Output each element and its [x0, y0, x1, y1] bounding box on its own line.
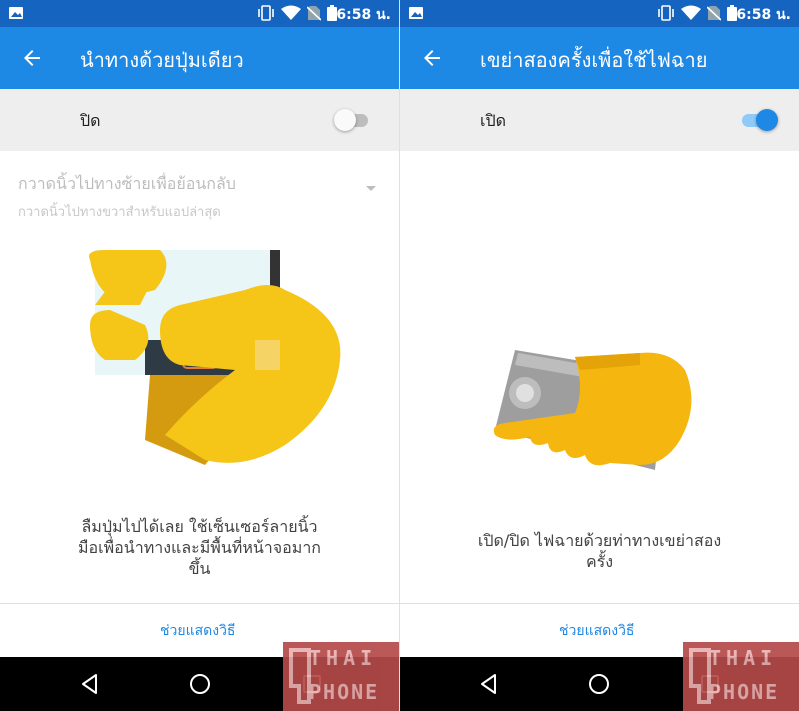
app-bar: นำทางด้วยปุ่มเดียว	[0, 27, 399, 89]
page-title: นำทางด้วยปุ่มเดียว	[80, 48, 244, 72]
back-arrow-icon[interactable]	[420, 46, 444, 70]
status-bar: 16:58 น.	[0, 0, 399, 27]
toggle-label: เปิด	[480, 111, 507, 130]
system-icons	[257, 4, 337, 22]
show-how-link[interactable]: ช่วยแสดงวิธี	[559, 620, 634, 642]
app-root: 16:58 น. นำทางด้วยปุ่มเดียว ปิด กวาดนิ้ว…	[0, 0, 799, 711]
status-bar: 16:58 น.	[400, 0, 799, 27]
back-icon[interactable]	[78, 672, 102, 696]
status-time: 16:58 น.	[726, 7, 791, 23]
watermark-line2: PHONE	[309, 680, 380, 704]
gesture-dropdown[interactable]: กวาดนิ้วไปทางซ้ายเพื่อย้อนกลับ กวาดนิ้วไ…	[18, 172, 378, 222]
watermark: THAI PHONE	[283, 642, 399, 711]
app-bar: เขย่าสองครั้งเพื่อใช้ไฟฉาย	[400, 27, 799, 89]
no-sim-icon	[707, 6, 721, 21]
dropdown-secondary-text: กวาดนิ้วไปทางขวาสำหรับแอปล่าสุด	[18, 205, 221, 220]
divider	[0, 603, 399, 604]
description-line: ขึ้น	[188, 559, 211, 578]
description: เปิด/ปิด ไฟฉายด้วยท่าทางเขย่าสอง ครั้ง	[400, 530, 799, 572]
no-sim-icon	[307, 6, 321, 21]
image-icon	[9, 7, 23, 19]
switch-thumb	[334, 109, 356, 131]
dropdown-primary-text: กวาดนิ้วไปทางซ้ายเพื่อย้อนกลับ	[18, 174, 236, 193]
watermark-logo-icon	[689, 648, 711, 704]
description-line: เปิด/ปิด ไฟฉายด้วยท่าทางเขย่าสอง	[477, 531, 722, 550]
feature-switch-on[interactable]	[742, 109, 778, 131]
description-line: ลืมปุ่มไปได้เลย ใช้เซ็นเซอร์ลายนิ้ว	[81, 517, 318, 536]
vibrate-icon	[258, 5, 274, 21]
show-how-link[interactable]: ช่วยแสดงวิธี	[160, 620, 235, 642]
toggle-row[interactable]: ปิด	[0, 89, 399, 151]
home-icon[interactable]	[188, 672, 212, 696]
description: ลืมปุ่มไปได้เลย ใช้เซ็นเซอร์ลายนิ้ว มือเ…	[0, 516, 399, 579]
feature-switch-off[interactable]	[334, 109, 370, 131]
watermark-line1: THAI	[309, 646, 378, 670]
back-icon[interactable]	[477, 672, 501, 696]
status-time: 16:58 น.	[326, 7, 391, 23]
watermark: THAI PHONE	[683, 642, 799, 711]
description-line: มือเพื่อนำทางและมีพื้นที่หน้าจอมาก	[77, 538, 321, 557]
fingerprint-navigation-illustration	[89, 250, 341, 465]
right-screen: 16:58 น. เขย่าสองครั้งเพื่อใช้ไฟฉาย เปิด…	[399, 0, 799, 711]
divider	[400, 603, 799, 604]
home-icon[interactable]	[587, 672, 611, 696]
watermark-line1: THAI	[709, 646, 778, 670]
switch-thumb	[756, 109, 778, 131]
description-line: ครั้ง	[585, 552, 614, 571]
toggle-label: ปิด	[80, 111, 101, 130]
flashlight-shake-illustration	[493, 350, 692, 470]
wifi-icon	[681, 5, 701, 20]
toggle-row[interactable]: เปิด	[400, 89, 799, 151]
page-title: เขย่าสองครั้งเพื่อใช้ไฟฉาย	[480, 48, 708, 72]
watermark-line2: PHONE	[709, 680, 780, 704]
chevron-down-icon	[366, 186, 376, 191]
left-screen: 16:58 น. นำทางด้วยปุ่มเดียว ปิด กวาดนิ้ว…	[0, 0, 399, 711]
system-icons	[657, 4, 737, 22]
watermark-logo-icon	[289, 648, 311, 704]
wifi-icon	[281, 5, 301, 20]
back-arrow-icon[interactable]	[20, 46, 44, 70]
image-icon	[409, 7, 423, 19]
vibrate-icon	[658, 5, 674, 21]
